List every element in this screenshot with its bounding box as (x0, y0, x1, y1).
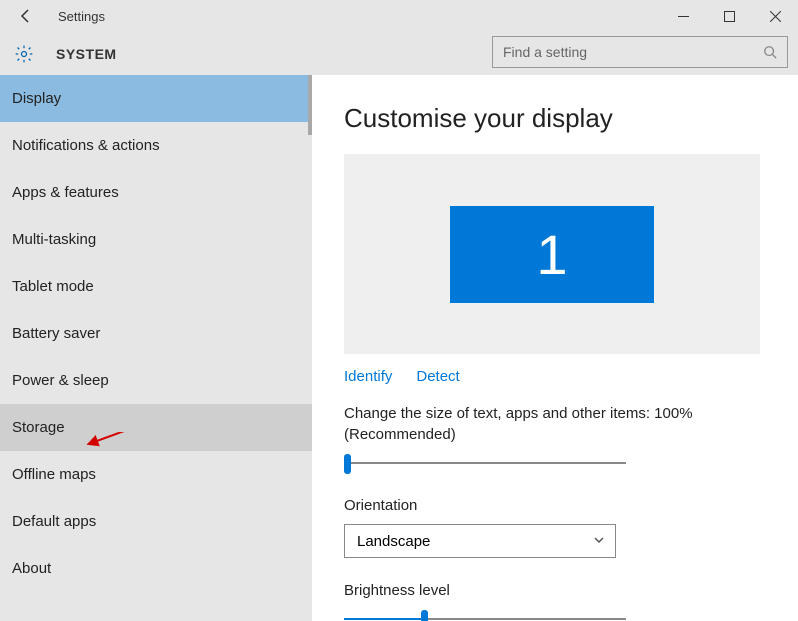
sidebar-item-about[interactable]: About (0, 545, 312, 592)
sidebar-item-label: Display (12, 90, 61, 107)
sidebar-item-label: About (12, 560, 51, 577)
monitor-number: 1 (536, 222, 567, 287)
sidebar-item-apps-features[interactable]: Apps & features (0, 169, 312, 216)
orientation-label: Orientation (344, 495, 778, 516)
sidebar-item-label: Notifications & actions (12, 137, 160, 154)
search-icon (763, 45, 777, 59)
header-title: SYSTEM (56, 46, 117, 62)
sidebar-item-default-apps[interactable]: Default apps (0, 498, 312, 545)
sidebar-item-storage[interactable]: Storage (0, 404, 312, 451)
slider-thumb[interactable] (344, 454, 351, 474)
close-button[interactable] (752, 0, 798, 32)
sidebar-item-label: Default apps (12, 513, 96, 530)
monitor-1[interactable]: 1 (450, 206, 654, 303)
orientation-value: Landscape (357, 533, 430, 550)
slider-thumb[interactable] (421, 610, 428, 621)
sidebar-item-label: Battery saver (12, 325, 100, 342)
sidebar-item-multi-tasking[interactable]: Multi-tasking (0, 216, 312, 263)
detect-link[interactable]: Detect (416, 368, 459, 385)
brightness-label: Brightness level (344, 580, 778, 601)
back-button[interactable] (14, 4, 38, 28)
chevron-down-icon (593, 533, 605, 550)
search-field[interactable] (503, 44, 763, 60)
sidebar-item-battery-saver[interactable]: Battery saver (0, 310, 312, 357)
sidebar: Display Notifications & actions Apps & fea… (0, 75, 312, 621)
sidebar-item-power-sleep[interactable]: Power & sleep (0, 357, 312, 404)
content-pane: Customise your display 1 Identify Detect… (312, 75, 798, 621)
identify-link[interactable]: Identify (344, 368, 392, 385)
sidebar-item-label: Offline maps (12, 466, 96, 483)
sidebar-item-display[interactable]: Display (0, 75, 312, 122)
slider-track (344, 462, 626, 464)
sidebar-item-label: Apps & features (12, 184, 119, 201)
maximize-button[interactable] (706, 0, 752, 32)
brightness-slider[interactable] (344, 607, 626, 621)
sidebar-item-label: Tablet mode (12, 278, 94, 295)
minimize-button[interactable] (660, 0, 706, 32)
scrollbar-thumb[interactable] (308, 75, 312, 135)
scale-slider[interactable] (344, 451, 626, 475)
sidebar-item-label: Multi-tasking (12, 231, 96, 248)
sidebar-item-label: Power & sleep (12, 372, 109, 389)
display-preview[interactable]: 1 (344, 154, 760, 354)
slider-fill (344, 618, 423, 620)
search-input[interactable] (492, 36, 788, 68)
sidebar-item-notifications-actions[interactable]: Notifications & actions (0, 122, 312, 169)
sidebar-item-offline-maps[interactable]: Offline maps (0, 451, 312, 498)
sidebar-item-label: Storage (12, 419, 65, 436)
sidebar-item-tablet-mode[interactable]: Tablet mode (0, 263, 312, 310)
orientation-select[interactable]: Landscape (344, 524, 616, 558)
page-title: Customise your display (344, 103, 778, 134)
gear-icon (14, 44, 34, 64)
sidebar-scrollbar[interactable] (304, 75, 312, 621)
scale-label: Change the size of text, apps and other … (344, 403, 778, 445)
window-title: Settings (58, 9, 105, 24)
